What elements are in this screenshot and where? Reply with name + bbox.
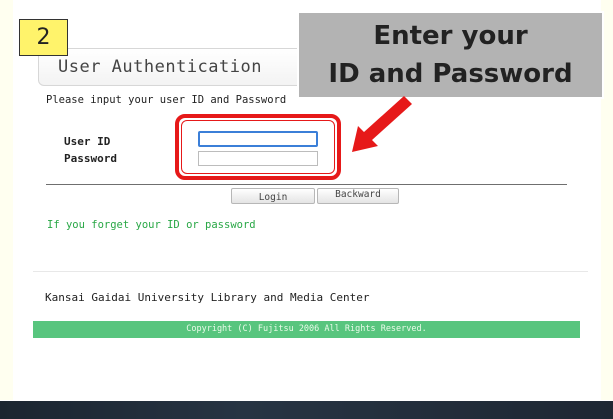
- callout-line-2: ID and Password: [328, 59, 573, 89]
- callout-line-1: Enter your: [373, 21, 528, 51]
- auth-instruction: Please input your user ID and Password: [46, 94, 287, 106]
- auth-title: User Authentication: [58, 57, 262, 77]
- step-badge: 2: [19, 19, 68, 56]
- login-button[interactable]: Login: [231, 188, 315, 204]
- user-id-label: User ID: [64, 135, 111, 148]
- organization-name: Kansai Gaidai University Library and Med…: [45, 291, 370, 304]
- taskbar: [0, 401, 613, 419]
- forgot-password-link[interactable]: If you forget your ID or password: [47, 219, 256, 231]
- copyright-bar: Copyright (C) Fujitsu 2006 All Rights Re…: [33, 321, 580, 338]
- copyright-text: Copyright (C) Fujitsu 2006 All Rights Re…: [186, 324, 427, 334]
- left-margin: [0, 0, 13, 400]
- red-arrow-icon: [338, 90, 418, 160]
- section-divider: [33, 271, 588, 272]
- backward-button[interactable]: Backward: [317, 188, 399, 204]
- highlight-frame-inner: [181, 120, 335, 174]
- password-label: Password: [64, 152, 117, 165]
- form-divider: [46, 184, 567, 185]
- instruction-callout: Enter your ID and Password: [297, 11, 604, 99]
